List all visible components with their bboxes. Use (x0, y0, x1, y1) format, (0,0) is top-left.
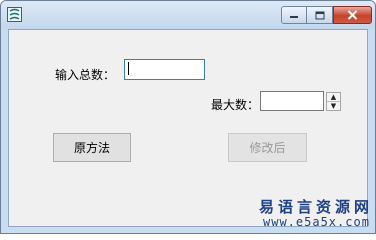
max-input[interactable] (260, 91, 324, 111)
original-method-button[interactable]: 原方法 (53, 133, 131, 162)
text-caret (128, 62, 129, 75)
max-spinner[interactable]: ▲ ▼ (326, 92, 341, 111)
minimize-button[interactable] (281, 6, 307, 24)
spin-down-button[interactable]: ▼ (327, 102, 340, 110)
close-button[interactable] (333, 6, 372, 24)
title-bar[interactable] (1, 1, 375, 29)
close-icon (347, 10, 358, 20)
maximize-button[interactable] (307, 6, 333, 24)
original-method-label: 原方法 (73, 141, 110, 155)
modified-label: 修改后 (249, 141, 286, 155)
watermark-url: www.e5a5x.com (263, 215, 370, 229)
modified-button: 修改后 (228, 133, 307, 162)
arrow-down-icon: ▼ (330, 102, 337, 110)
watermark-title: 易语言资源网 (259, 198, 374, 216)
maximize-icon (315, 11, 324, 19)
total-input[interactable] (124, 59, 205, 80)
minimize-icon (290, 16, 298, 18)
spin-up-button[interactable]: ▲ (327, 93, 340, 102)
arrow-up-icon: ▲ (330, 93, 337, 101)
total-label: 输入总数： (55, 68, 116, 82)
app-icon (7, 7, 22, 22)
max-label: 最大数： (211, 98, 260, 112)
app-window: 输入总数： 最大数： ▲ ▼ 原方法 修改后 易语言资源网 www.e5a5x.… (0, 0, 376, 234)
